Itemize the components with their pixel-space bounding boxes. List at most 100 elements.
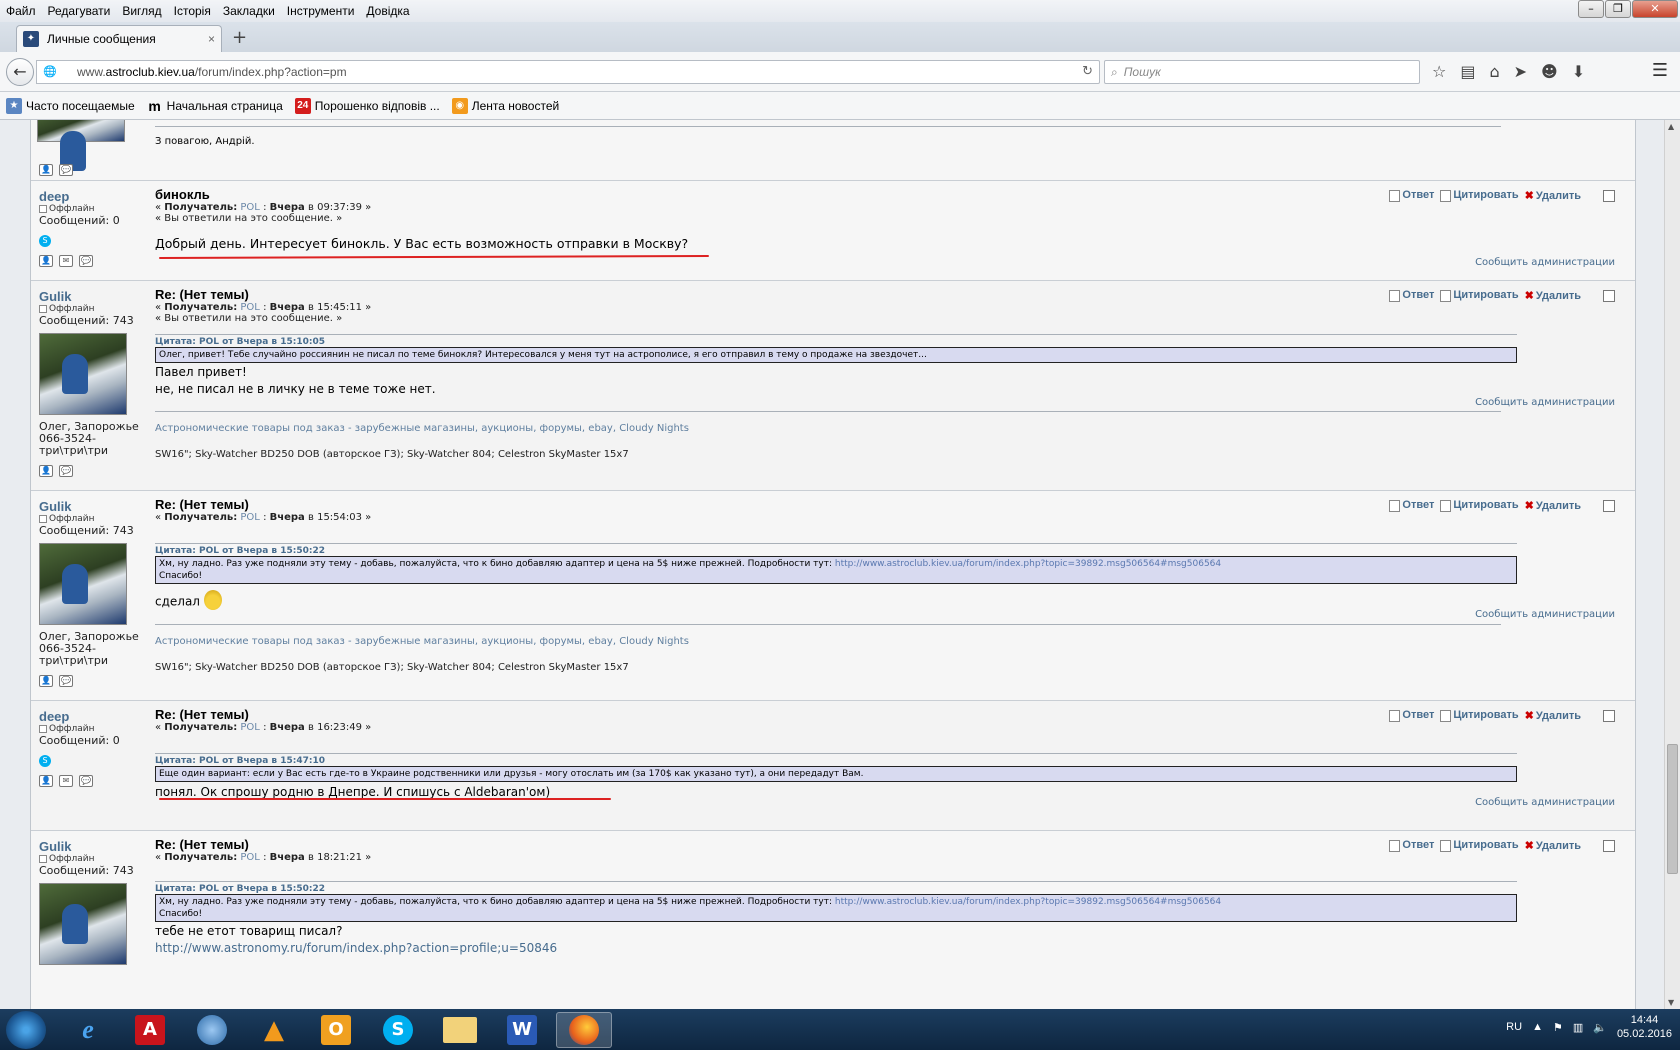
tray-expand-icon[interactable]: ▲ bbox=[1532, 1021, 1543, 1033]
profile-icon[interactable]: 👤 bbox=[39, 675, 53, 687]
site-identity-icon[interactable]: 🌐 bbox=[43, 65, 59, 79]
author-name[interactable]: deep bbox=[39, 189, 149, 204]
reply-button[interactable]: Ответ bbox=[1389, 189, 1434, 202]
download-icon[interactable]: ⬇ bbox=[1572, 62, 1585, 81]
tab-close-icon[interactable]: × bbox=[208, 32, 215, 46]
pm-icon[interactable]: 💬 bbox=[59, 465, 73, 477]
minimize-button[interactable]: – bbox=[1578, 0, 1604, 18]
action-center-icon[interactable]: ⚑ bbox=[1553, 1021, 1563, 1034]
recipient-link[interactable]: POL bbox=[240, 202, 259, 213]
menu-bookmarks[interactable]: Закладки bbox=[217, 4, 281, 18]
skype-taskbar-icon[interactable]: S bbox=[370, 1012, 426, 1048]
report-link[interactable]: Сообщить администрации bbox=[1475, 257, 1615, 268]
vertical-scrollbar[interactable]: ▲ ▼ bbox=[1664, 120, 1680, 1009]
profile-icon[interactable]: 👤 bbox=[39, 164, 53, 176]
reading-list-icon[interactable]: ▤ bbox=[1460, 62, 1475, 81]
explorer-taskbar-icon[interactable] bbox=[432, 1012, 488, 1048]
menu-hamburger-icon[interactable]: ☰ bbox=[1652, 60, 1668, 81]
language-indicator[interactable]: RU bbox=[1506, 1021, 1522, 1033]
bookmark-news-feed[interactable]: ◉ Лента новостей bbox=[451, 97, 559, 114]
quote-header[interactable]: Цитата: POL от Вчера в 15:47:10 bbox=[155, 753, 1517, 766]
select-checkbox[interactable] bbox=[1603, 839, 1615, 852]
profile-icon[interactable]: 👤 bbox=[39, 255, 53, 267]
menu-tools[interactable]: Інструменти bbox=[281, 4, 361, 18]
address-bar[interactable]: 🌐 www.astroclub.kiev.ua/forum/index.php?… bbox=[36, 60, 1100, 84]
thunderbird-taskbar-icon[interactable] bbox=[184, 1012, 240, 1048]
reply-button[interactable]: Ответ bbox=[1389, 499, 1434, 512]
delete-button[interactable]: ✖ Удалить bbox=[1525, 499, 1581, 512]
firefox-taskbar-icon[interactable] bbox=[556, 1012, 612, 1048]
quote-header[interactable]: Цитата: POL от Вчера в 15:50:22 bbox=[155, 543, 1517, 556]
bookmark-start-page[interactable]: m Начальная страница bbox=[147, 98, 282, 114]
recipient-link[interactable]: POL bbox=[240, 302, 259, 313]
select-checkbox[interactable] bbox=[1603, 189, 1615, 202]
email-icon[interactable]: ✉ bbox=[59, 775, 73, 787]
profile-link[interactable]: http://www.astronomy.ru/forum/index.php?… bbox=[155, 941, 1625, 956]
menu-history[interactable]: Історія bbox=[168, 4, 217, 18]
author-name[interactable]: Gulik bbox=[39, 839, 149, 854]
skype-icon[interactable]: S bbox=[39, 235, 51, 247]
maximize-button[interactable]: ❐ bbox=[1605, 0, 1631, 18]
select-checkbox[interactable] bbox=[1603, 709, 1615, 722]
close-window-button[interactable]: ✕ bbox=[1632, 0, 1678, 18]
select-checkbox[interactable] bbox=[1603, 499, 1615, 512]
new-tab-button[interactable]: + bbox=[232, 27, 247, 48]
outlook-taskbar-icon[interactable]: O bbox=[308, 1012, 364, 1048]
delete-button[interactable]: ✖ Удалить bbox=[1525, 709, 1581, 722]
report-link[interactable]: Сообщить администрации bbox=[1475, 397, 1615, 408]
report-link[interactable]: Сообщить администрации bbox=[1475, 609, 1615, 620]
search-input[interactable]: ⌕ Пошук bbox=[1104, 60, 1420, 84]
tab-private-messages[interactable]: ✦ Личные сообщения × bbox=[16, 25, 222, 52]
signature-links[interactable]: Астрономические товары под заказ - заруб… bbox=[155, 636, 689, 647]
delete-button[interactable]: ✖ Удалить bbox=[1525, 839, 1581, 852]
back-button[interactable]: ← bbox=[6, 58, 34, 86]
network-icon[interactable]: ▥ bbox=[1573, 1021, 1583, 1034]
clock[interactable]: 14:44 05.02.2016 bbox=[1617, 1013, 1672, 1041]
author-name[interactable]: Gulik bbox=[39, 289, 149, 304]
bookmark-star-icon[interactable]: ☆ bbox=[1432, 62, 1446, 81]
email-icon[interactable]: ✉ bbox=[59, 255, 73, 267]
home-icon[interactable]: ⌂ bbox=[1489, 62, 1499, 81]
author-name[interactable]: Gulik bbox=[39, 499, 149, 514]
skype-icon[interactable]: S bbox=[39, 755, 51, 767]
recipient-link[interactable]: POL bbox=[240, 852, 259, 863]
recipient-link[interactable]: POL bbox=[240, 722, 259, 733]
word-taskbar-icon[interactable]: W bbox=[494, 1012, 550, 1048]
avast-taskbar-icon[interactable]: ▲ bbox=[246, 1012, 302, 1048]
scrollbar-thumb[interactable] bbox=[1667, 744, 1678, 874]
select-checkbox[interactable] bbox=[1603, 289, 1615, 302]
reply-button[interactable]: Ответ bbox=[1389, 709, 1434, 722]
quote-button[interactable]: Цитировать bbox=[1440, 189, 1519, 202]
acrobat-taskbar-icon[interactable]: A bbox=[122, 1012, 178, 1048]
delete-button[interactable]: ✖ Удалить bbox=[1525, 289, 1581, 302]
menu-help[interactable]: Довідка bbox=[360, 4, 415, 18]
quote-button[interactable]: Цитировать bbox=[1440, 289, 1519, 302]
quote-header[interactable]: Цитата: POL от Вчера в 15:10:05 bbox=[155, 334, 1517, 347]
ie-taskbar-icon[interactable]: e bbox=[60, 1012, 116, 1048]
chat-icon[interactable]: ☻ bbox=[1541, 62, 1558, 81]
start-button[interactable] bbox=[6, 1011, 46, 1049]
author-name[interactable]: deep bbox=[39, 709, 149, 724]
quote-link[interactable]: http://www.astroclub.kiev.ua/forum/index… bbox=[835, 897, 1221, 907]
quote-button[interactable]: Цитировать bbox=[1440, 499, 1519, 512]
quote-link[interactable]: http://www.astroclub.kiev.ua/forum/index… bbox=[835, 559, 1221, 569]
pm-icon[interactable]: 💬 bbox=[79, 775, 93, 787]
reload-icon[interactable]: ↻ bbox=[1082, 64, 1093, 79]
volume-icon[interactable]: 🔈 bbox=[1593, 1021, 1607, 1034]
menu-file[interactable]: Файл bbox=[0, 4, 42, 18]
pm-icon[interactable]: 💬 bbox=[79, 255, 93, 267]
scroll-down-icon[interactable]: ▼ bbox=[1668, 998, 1674, 1007]
bookmark-frequent[interactable]: ★ Часто посещаемые bbox=[6, 97, 135, 114]
pm-icon[interactable]: 💬 bbox=[59, 675, 73, 687]
reply-button[interactable]: Ответ bbox=[1389, 839, 1434, 852]
send-icon[interactable]: ➤ bbox=[1514, 62, 1527, 81]
delete-button[interactable]: ✖ Удалить bbox=[1525, 189, 1581, 202]
bookmark-poroshenko[interactable]: 24 Порошенко відповів ... bbox=[294, 97, 440, 114]
report-link[interactable]: Сообщить администрации bbox=[1475, 797, 1615, 808]
quote-header[interactable]: Цитата: POL от Вчера в 15:50:22 bbox=[155, 881, 1517, 894]
signature-links[interactable]: Астрономические товары под заказ - заруб… bbox=[155, 423, 689, 434]
menu-view[interactable]: Вигляд bbox=[116, 4, 167, 18]
reply-button[interactable]: Ответ bbox=[1389, 289, 1434, 302]
pm-icon[interactable]: 💬 bbox=[59, 164, 73, 176]
recipient-link[interactable]: POL bbox=[240, 512, 259, 523]
